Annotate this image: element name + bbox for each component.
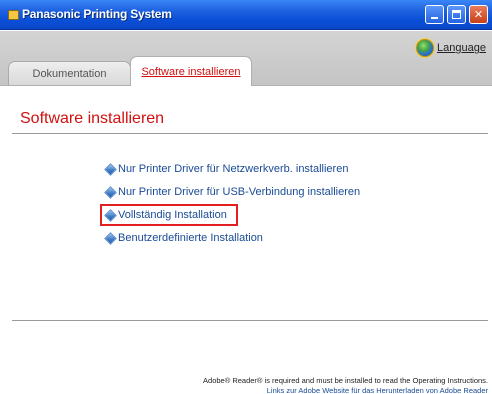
maximize-icon: [452, 10, 461, 19]
page-title: Software installieren: [20, 110, 165, 127]
tab-software-installieren[interactable]: Software installieren: [130, 56, 252, 86]
divider: [12, 320, 488, 321]
minimize-button[interactable]: [425, 5, 444, 24]
maximize-button[interactable]: [447, 5, 466, 24]
close-button[interactable]: ✕: [469, 5, 488, 24]
tab-label: Software installieren: [141, 65, 241, 78]
adobe-reader-note: Adobe® Reader® is required and must be i…: [203, 376, 488, 385]
option-network-driver[interactable]: Nur Printer Driver für Netzwerkverb. ins…: [104, 162, 349, 176]
app-icon: [8, 10, 19, 20]
divider: [12, 133, 488, 134]
tab-label: Dokumentation: [32, 68, 107, 80]
close-icon: ✕: [473, 8, 484, 21]
option-usb-driver[interactable]: Nur Printer Driver für USB-Verbindung in…: [104, 185, 361, 199]
tab-dokumentation[interactable]: Dokumentation: [8, 61, 131, 86]
diamond-bullet-icon: [104, 231, 117, 245]
option-full-install[interactable]: Vollständig Installation: [104, 208, 227, 222]
title-bar: Panasonic Printing System ✕: [0, 0, 492, 30]
diamond-bullet-icon: [104, 162, 117, 176]
globe-icon: [416, 39, 435, 57]
language-label: Language: [437, 42, 486, 54]
option-label: Benutzerdefinierte Installation: [118, 232, 263, 244]
option-label: Nur Printer Driver für Netzwerkverb. ins…: [118, 163, 349, 175]
option-label: Vollständig Installation: [118, 209, 227, 221]
option-label: Nur Printer Driver für USB-Verbindung in…: [118, 186, 361, 198]
minimize-icon: [431, 17, 438, 19]
adobe-download-link[interactable]: Links zur Adobe Website für das Herunter…: [267, 386, 488, 394]
main-content: Software installieren Nur Printer Driver…: [0, 85, 492, 394]
diamond-bullet-icon: [104, 185, 117, 199]
diamond-bullet-icon: [104, 208, 117, 222]
option-custom-install[interactable]: Benutzerdefinierte Installation: [104, 231, 263, 245]
language-button[interactable]: Language: [416, 39, 486, 57]
window-title: Panasonic Printing System: [22, 7, 172, 21]
